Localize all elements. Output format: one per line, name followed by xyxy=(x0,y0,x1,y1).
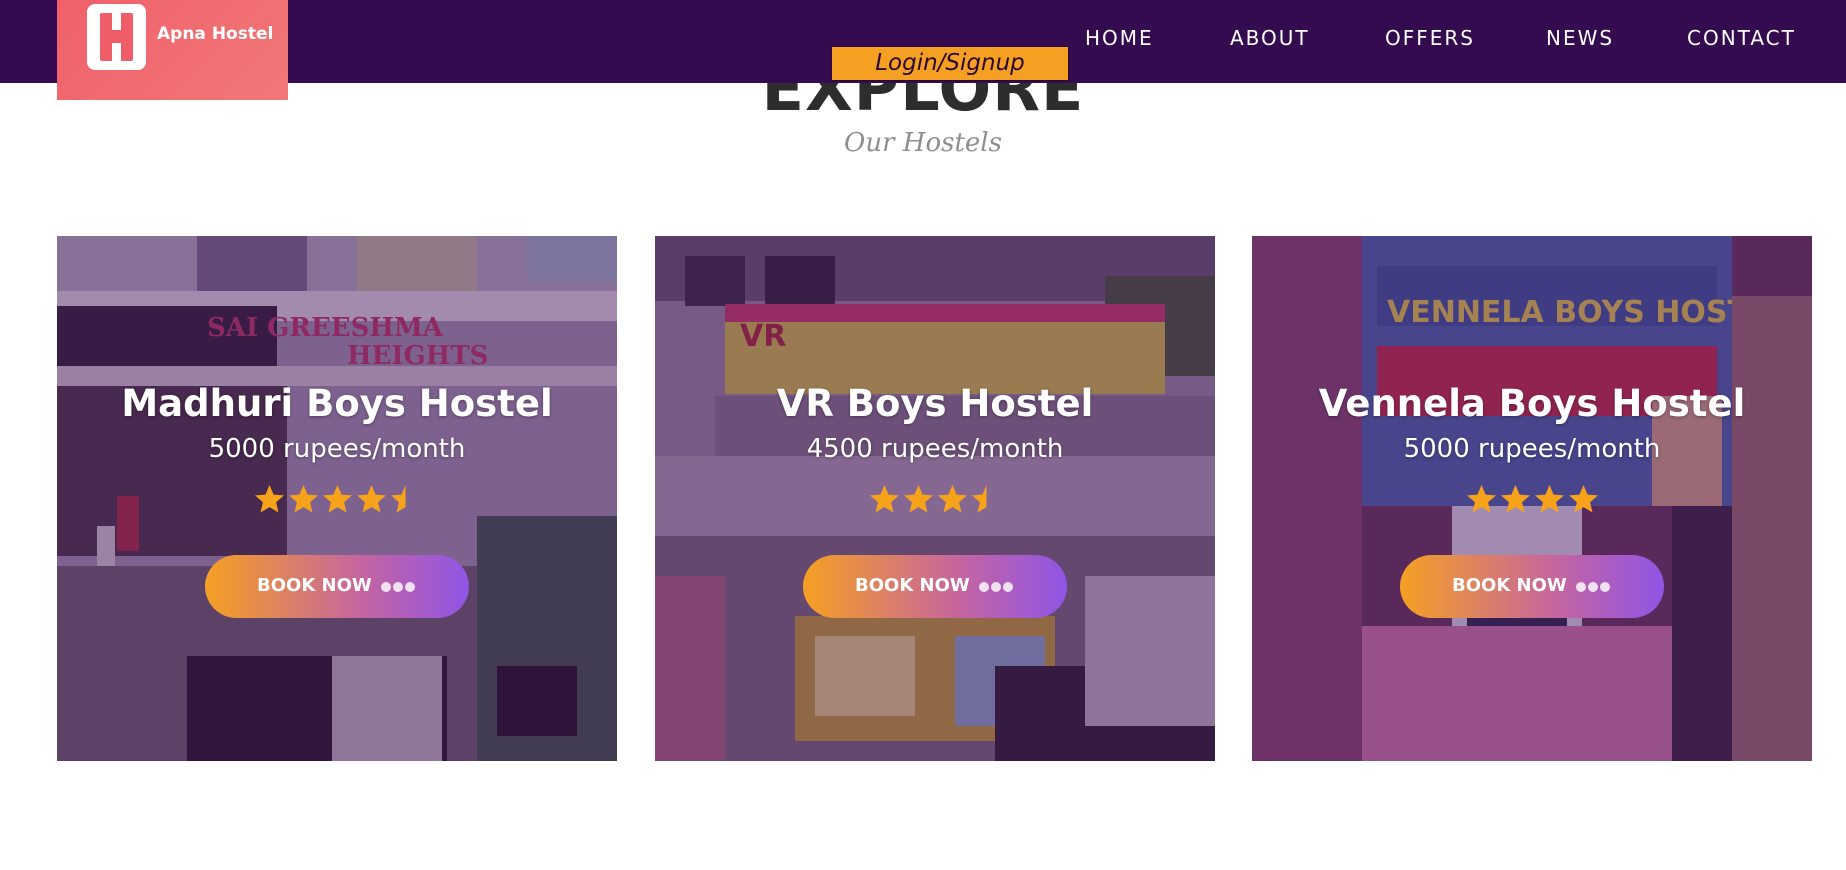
hostel-name: VR Boys Hostel xyxy=(776,382,1094,425)
hostel-card: VENNELA BOYS HOSTTEL Vennela Boys Hostel… xyxy=(1252,236,1812,761)
star-full-icon xyxy=(1567,484,1600,514)
more-dots-icon xyxy=(381,582,417,592)
star-full-icon xyxy=(902,484,935,514)
star-half-icon xyxy=(970,484,1003,514)
star-full-icon xyxy=(287,484,320,514)
hostel-card: SAI GREESHMA HEIGHTS Madhuri Boys Hostel… xyxy=(57,236,617,761)
book-now-label: BOOK NOW xyxy=(257,575,372,596)
login-signup-button[interactable]: Login/Signup xyxy=(831,46,1069,81)
hostel-price: 4500 rupees/month xyxy=(806,434,1064,464)
more-dots-icon xyxy=(1576,582,1612,592)
hostel-name: Madhuri Boys Hostel xyxy=(121,382,553,425)
book-now-label: BOOK NOW xyxy=(855,575,970,596)
hostel-name: Vennela Boys Hostel xyxy=(1318,382,1746,425)
more-dots-icon xyxy=(979,582,1015,592)
star-full-icon xyxy=(253,484,286,514)
section-subtitle: Our Hostels xyxy=(844,128,1002,158)
logo-mark-icon xyxy=(87,4,146,70)
nav-home-link[interactable]: HOME xyxy=(1085,26,1154,50)
nav-news-link[interactable]: NEWS xyxy=(1546,26,1614,50)
nav-contact-link[interactable]: CONTACT xyxy=(1687,26,1796,50)
star-full-icon xyxy=(1465,484,1498,514)
hostel-price: 5000 rupees/month xyxy=(1403,434,1661,464)
star-half-icon xyxy=(389,484,422,514)
star-rating xyxy=(57,484,617,514)
hostel-price: 5000 rupees/month xyxy=(208,434,466,464)
nav-about-link[interactable]: ABOUT xyxy=(1230,26,1310,50)
star-full-icon xyxy=(1499,484,1532,514)
star-rating xyxy=(655,484,1215,514)
book-now-button[interactable]: BOOK NOW xyxy=(1400,555,1664,618)
star-full-icon xyxy=(321,484,354,514)
book-now-label: BOOK NOW xyxy=(1452,575,1567,596)
star-rating xyxy=(1252,484,1812,514)
star-full-icon xyxy=(868,484,901,514)
hostel-card: VR VR Boys Hostel 4500 rupees/month BOOK… xyxy=(655,236,1215,761)
star-full-icon xyxy=(355,484,388,514)
book-now-button[interactable]: BOOK NOW xyxy=(803,555,1067,618)
star-full-icon xyxy=(1533,484,1566,514)
star-full-icon xyxy=(936,484,969,514)
site-logo[interactable]: Apna Hostel xyxy=(57,0,288,100)
nav-offers-link[interactable]: OFFERS xyxy=(1385,26,1475,50)
book-now-button[interactable]: BOOK NOW xyxy=(205,555,469,618)
logo-text: Apna Hostel xyxy=(157,24,274,44)
